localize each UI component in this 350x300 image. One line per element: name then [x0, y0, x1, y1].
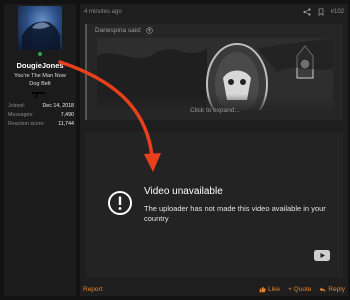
username[interactable]: DougieJones [4, 61, 76, 70]
reply-button[interactable]: Reply [319, 286, 345, 293]
like-button[interactable]: Like [259, 286, 280, 293]
post-timestamp[interactable]: 4 minutes ago [84, 9, 122, 15]
quote-author[interactable]: Danespina said: [95, 27, 142, 34]
user-sidebar: DougieJones You're The Man Now Dog Belt … [4, 4, 76, 296]
quote-button[interactable]: + Quote [288, 286, 311, 293]
quote-block: Danespina said: Click to expand... [85, 24, 343, 120]
user-title-line-1: You're The Man Now [14, 73, 66, 79]
share-icon[interactable] [303, 8, 311, 16]
quote-header: Danespina said: [95, 27, 153, 34]
stat-row-joined: Joined: Dec 14, 2018 [8, 102, 74, 111]
alert-circle-icon [108, 191, 132, 215]
stat-value[interactable]: 7,490 [61, 111, 74, 120]
video-unavailable-title: Video unavailable [144, 186, 223, 197]
user-title: You're The Man Now Dog Belt [4, 72, 76, 88]
post: 4 minutes ago #102 Danespina said: Click… [80, 4, 348, 296]
post-actions: Like + Quote Reply [259, 286, 345, 293]
user-stats: Joined: Dec 14, 2018 Messages: 7,490 Rea… [8, 102, 74, 129]
stat-value: Dec 14, 2018 [42, 103, 74, 109]
video-embed[interactable]: Video unavailable The uploader has not m… [85, 132, 343, 278]
online-status-dot [37, 51, 43, 57]
avatar-image [22, 21, 60, 50]
stat-label: Reaction score: [8, 121, 45, 127]
like-label: Like [268, 285, 281, 293]
video-unavailable-message: The uploader has not made this video ava… [144, 204, 326, 223]
click-to-expand-link[interactable]: Click to expand... [87, 107, 343, 114]
avatar[interactable] [18, 6, 62, 57]
post-header-actions: #102 [303, 8, 344, 16]
gun-badge-icon [32, 92, 45, 98]
report-link[interactable]: Report [83, 286, 103, 293]
user-title-line-2: Dog Belt [29, 81, 51, 87]
stat-row-messages: Messages: 7,490 [8, 111, 74, 120]
reply-label: Reply [328, 285, 345, 293]
post-number[interactable]: #102 [331, 9, 344, 15]
post-footer: Report Like + Quote Reply [80, 282, 348, 296]
quote-arrow-icon[interactable] [145, 27, 153, 34]
youtube-icon[interactable] [314, 250, 330, 261]
stat-label: Joined: [8, 103, 26, 109]
post-header: 4 minutes ago #102 [80, 4, 348, 20]
bookmark-icon[interactable] [317, 8, 325, 16]
stat-label: Messages: [8, 112, 34, 118]
forum-page: DougieJones You're The Man Now Dog Belt … [0, 0, 350, 300]
stat-value: 11,744 [58, 121, 74, 127]
reply-icon [319, 286, 326, 292]
stat-row-reaction-score: Reaction score: 11,744 [8, 120, 74, 129]
quote-label: + Quote [288, 285, 312, 293]
like-icon [259, 286, 266, 292]
